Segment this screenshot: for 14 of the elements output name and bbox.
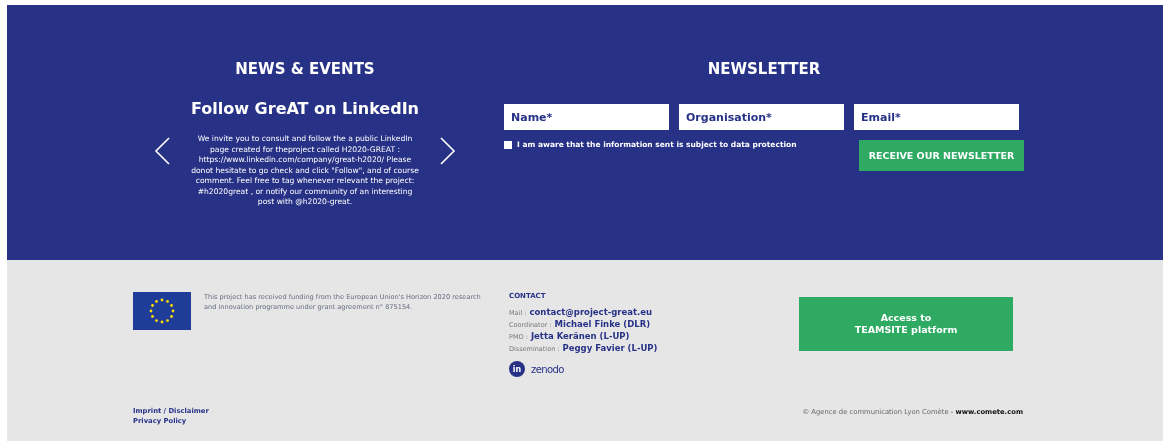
contact-link[interactable]: Peggy Favier (L-UP) xyxy=(562,343,658,353)
linkedin-link[interactable]: in xyxy=(509,361,525,377)
contact-link[interactable]: contact@project-great.eu xyxy=(529,307,653,317)
checkbox[interactable] xyxy=(504,141,512,149)
section-heading: NEWS & EVENTS xyxy=(235,60,375,78)
input-field[interactable]: Name* xyxy=(504,104,669,130)
section-heading: NEWSLETTER xyxy=(707,60,821,78)
input-field[interactable]: Organisation* xyxy=(679,104,844,130)
zenodo-link[interactable]: zenodo xyxy=(531,363,564,375)
slide-title: Follow GreAT on LinkedIn xyxy=(191,99,419,118)
flag-icon xyxy=(133,292,191,330)
input-field[interactable]: Email* xyxy=(854,104,1019,130)
contact-link[interactable]: Michael Finke (DLR) xyxy=(554,319,651,329)
contact-link[interactable]: Jetta Keränen (L-UP) xyxy=(530,331,630,341)
